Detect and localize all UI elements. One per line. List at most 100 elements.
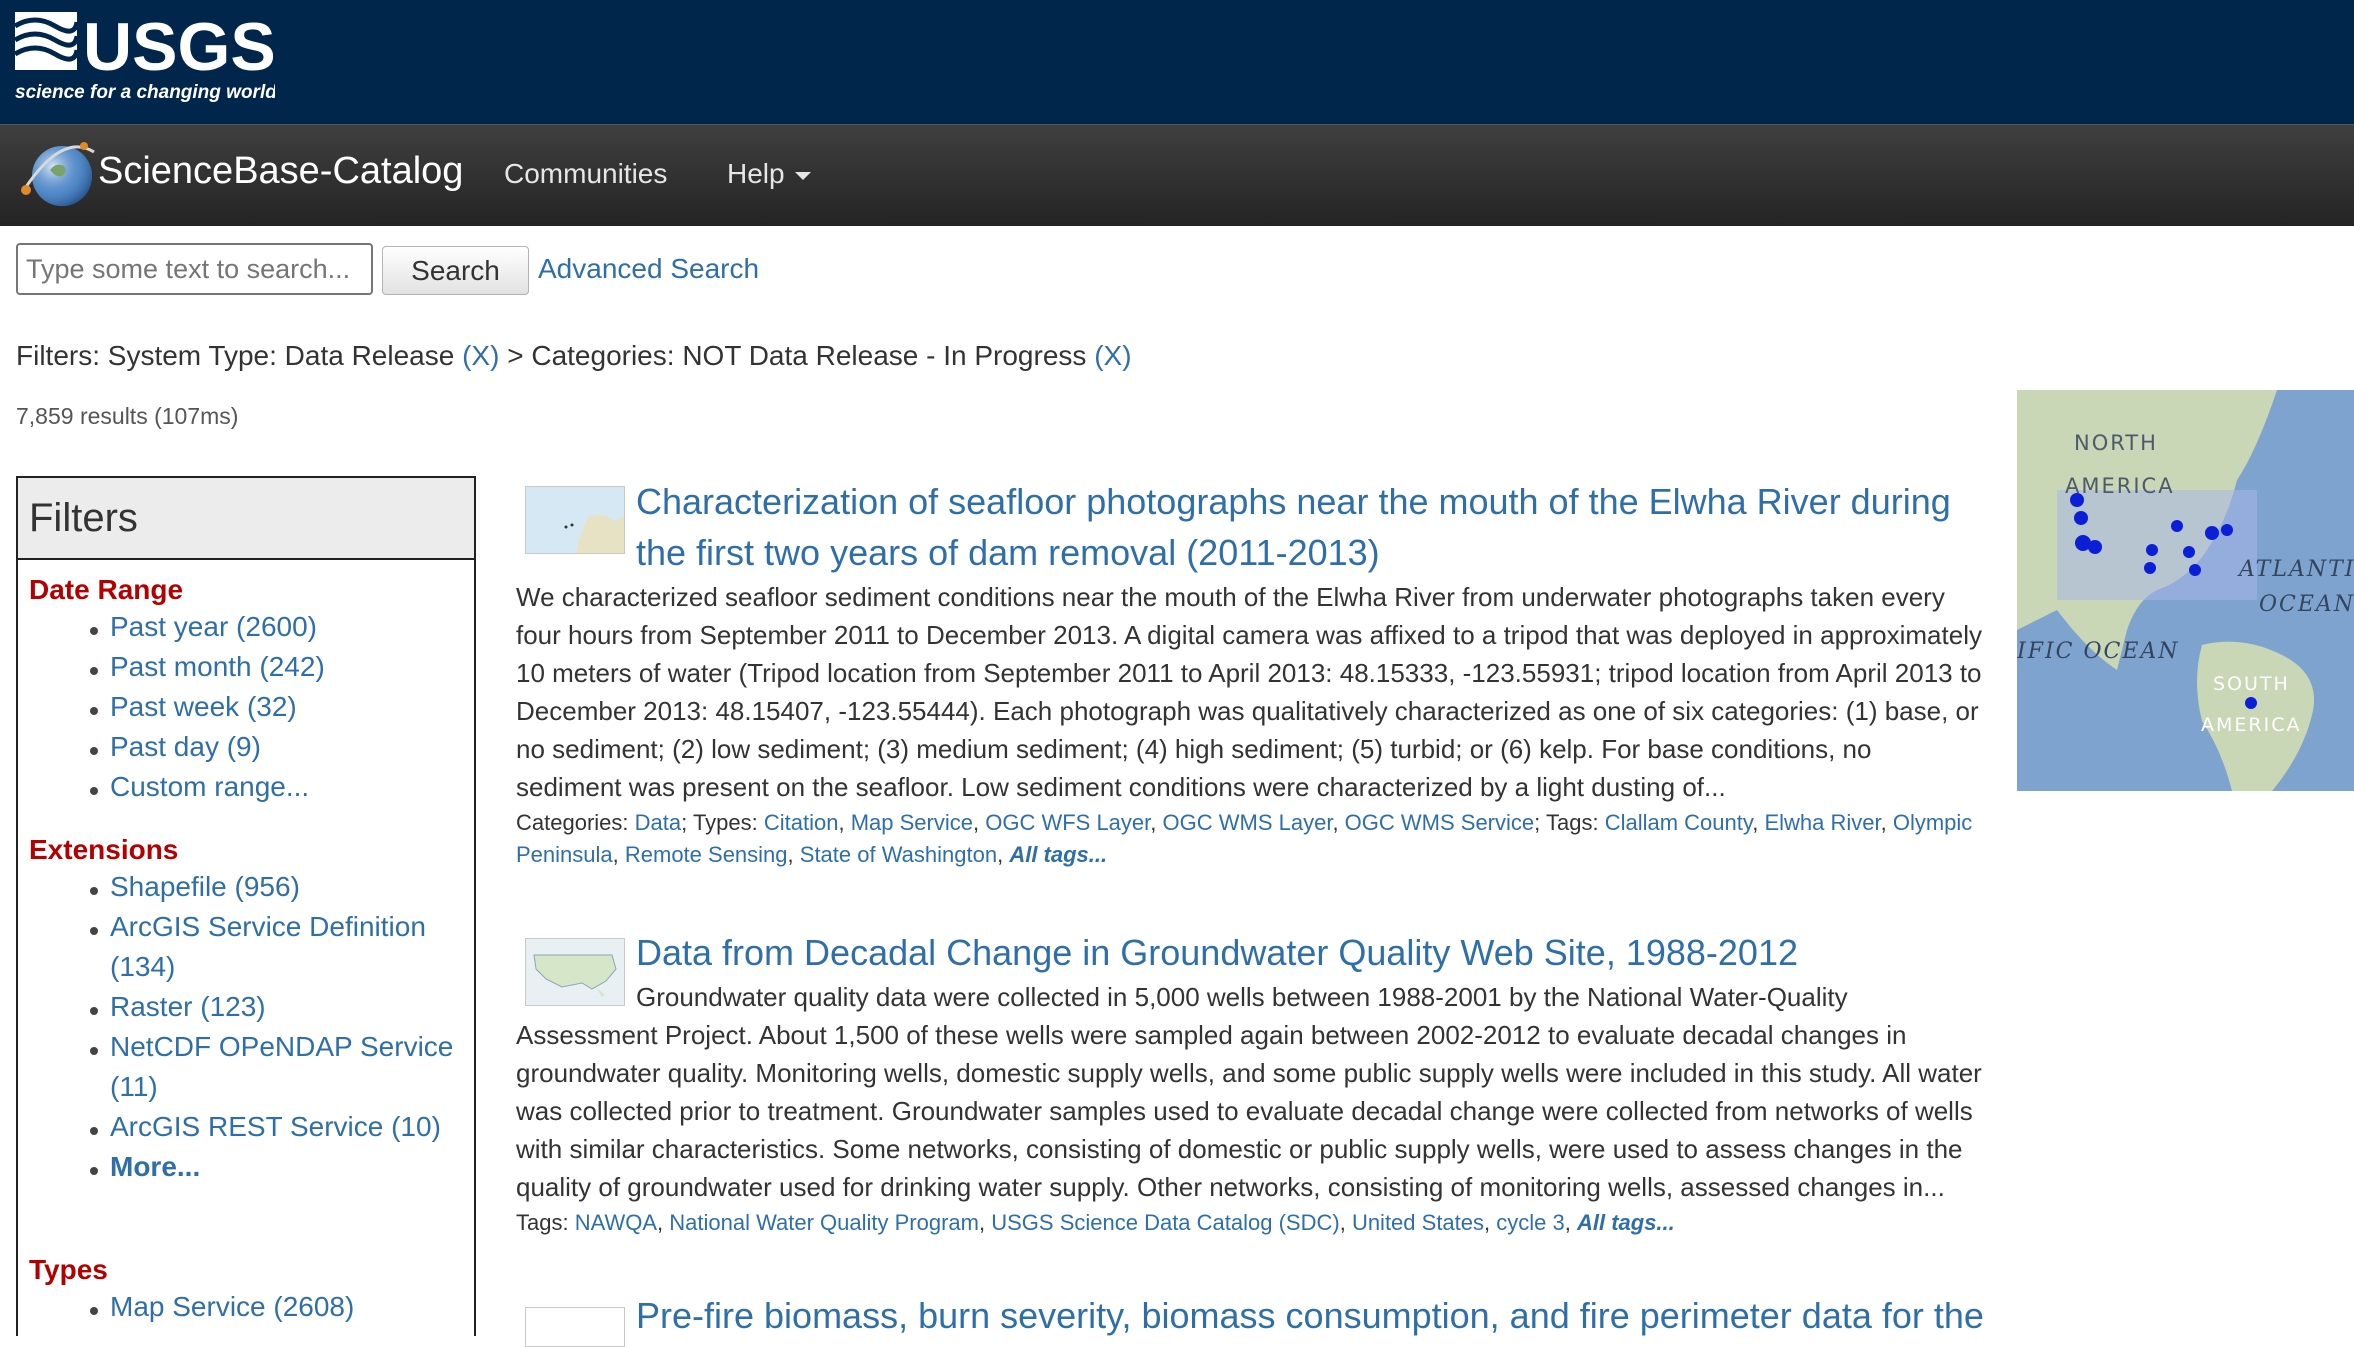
result-meta: Categories: Data; Types: Citation, Map S… bbox=[516, 810, 1973, 867]
usgs-logo[interactable]: USGS science for a changing world bbox=[15, 8, 275, 108]
search-button[interactable]: Search bbox=[382, 246, 529, 295]
facet-ext-more-link[interactable]: More... bbox=[110, 1147, 200, 1187]
bullet bbox=[90, 1307, 98, 1315]
all-tags-link[interactable]: All tags... bbox=[1009, 842, 1107, 867]
type-link[interactable]: Citation bbox=[764, 810, 839, 835]
result-meta: Tags: NAWQA, National Water Quality Prog… bbox=[516, 1210, 1675, 1235]
description-line: groundwater quality. Monitoring wells, d… bbox=[516, 1058, 1982, 1088]
result-description-first-line: Groundwater quality data were collected … bbox=[636, 982, 1848, 1012]
facet-ext-netcdf-count[interactable]: (11) bbox=[110, 1067, 158, 1107]
description-line: four hours from September 2011 to Decemb… bbox=[516, 620, 1982, 650]
usgs-header bbox=[0, 0, 2354, 124]
facet-date-custom-range[interactable]: Custom range... bbox=[110, 767, 309, 807]
description-line: 10 meters of water (Tripod location from… bbox=[516, 658, 1982, 688]
facet-ext-arcgis-sd-count[interactable]: (134) bbox=[110, 947, 175, 987]
bullet bbox=[90, 707, 98, 715]
facet-date-range-title: Date Range bbox=[29, 574, 184, 605]
facet-ext-arcgis-sd[interactable]: ArcGIS Service Definition bbox=[110, 907, 426, 947]
category-link[interactable]: Data bbox=[635, 810, 681, 835]
facet-ext-shapefile[interactable]: Shapefile (956) bbox=[110, 867, 300, 907]
meta-label: Types: bbox=[692, 810, 758, 835]
tag-link[interactable]: cycle 3 bbox=[1496, 1210, 1564, 1235]
description-line: We characterized seafloor sediment condi… bbox=[516, 582, 1945, 612]
description-line: Assessment Project. About 1,500 of these… bbox=[516, 1020, 1907, 1050]
filters-panel: Filters Date Range Past year (2600) Past… bbox=[16, 476, 476, 1336]
tag-link[interactable]: Elwha River bbox=[1764, 810, 1880, 835]
bullet bbox=[90, 887, 98, 895]
facet-type-map-service[interactable]: Map Service (2608) bbox=[110, 1287, 354, 1327]
bullet bbox=[90, 667, 98, 675]
result-thumbnail[interactable] bbox=[525, 486, 625, 554]
facet-extensions-title: Extensions bbox=[29, 834, 179, 865]
facet-ext-arcgis-rest[interactable]: ArcGIS REST Service (10) bbox=[110, 1107, 441, 1147]
result-thumbnail[interactable] bbox=[525, 1307, 625, 1347]
all-tags-link[interactable]: All tags... bbox=[1577, 1210, 1675, 1235]
result-title[interactable]: Pre-fire biomass, burn severity, biomass… bbox=[636, 1290, 2036, 1341]
map-label: IFIC OCEAN bbox=[2017, 639, 2180, 664]
meta-label: Categories: bbox=[516, 810, 629, 835]
description-line: with similar characteristics. Some netwo… bbox=[516, 1134, 1963, 1164]
description-line: sediment was present on the seafloor. Lo… bbox=[516, 772, 1726, 802]
remove-filter-categories[interactable]: (X) bbox=[1094, 340, 1131, 371]
result-title[interactable]: Characterization of seafloor photographs… bbox=[636, 476, 2036, 578]
facet-date-past-year[interactable]: Past year (2600) bbox=[110, 607, 317, 647]
nav-communities[interactable]: Communities bbox=[504, 158, 667, 190]
bullet bbox=[90, 747, 98, 755]
result-title-line: the first two years of dam removal (2011… bbox=[636, 532, 1380, 573]
nav-help-label: Help bbox=[727, 158, 785, 189]
remove-filter-system-type[interactable]: (X) bbox=[462, 340, 499, 371]
facet-date-past-day[interactable]: Past day (9) bbox=[110, 727, 261, 767]
description-line: was collected prior to treatment. Ground… bbox=[516, 1096, 1973, 1126]
brand-link[interactable]: ScienceBase-Catalog bbox=[98, 150, 463, 193]
bullet bbox=[90, 1127, 98, 1135]
description-line: quality of groundwater used for drinking… bbox=[516, 1172, 1945, 1202]
facet-ext-netcdf[interactable]: NetCDF OPeNDAP Service bbox=[110, 1027, 453, 1067]
result-title-line: Characterization of seafloor photographs… bbox=[636, 481, 1951, 522]
filters-heading: Filters bbox=[18, 478, 474, 560]
bullet bbox=[90, 787, 98, 795]
tag-link[interactable]: NAWQA bbox=[575, 1210, 657, 1235]
bullet bbox=[90, 627, 98, 635]
facet-date-past-month[interactable]: Past month (242) bbox=[110, 647, 325, 687]
map-label: NORTH bbox=[2074, 431, 2158, 455]
tag-link[interactable]: USGS Science Data Catalog (SDC) bbox=[991, 1210, 1339, 1235]
tag-link[interactable]: State of Washington bbox=[800, 842, 997, 867]
map-label: OCEAN bbox=[2259, 592, 2354, 617]
map-label: AMERICA bbox=[2201, 714, 2301, 736]
tag-link[interactable]: Clallam County bbox=[1605, 810, 1753, 835]
facet-ext-raster[interactable]: Raster (123) bbox=[110, 987, 266, 1027]
active-filters: Filters: System Type: Data Release (X) >… bbox=[16, 340, 1132, 372]
result-title[interactable]: Data from Decadal Change in Groundwater … bbox=[636, 927, 2036, 978]
map-label: ATLANTIC bbox=[2237, 557, 2354, 582]
results-map[interactable]: NORTH AMERICA ATLANTIC OCEAN IFIC OCEAN … bbox=[2017, 390, 2354, 791]
tag-link[interactable]: National Water Quality Program bbox=[669, 1210, 979, 1235]
type-link[interactable]: OGC WFS Layer bbox=[985, 810, 1150, 835]
caret-down-icon bbox=[794, 171, 811, 180]
advanced-search-link[interactable]: Advanced Search bbox=[538, 253, 759, 285]
tag-link[interactable]: Remote Sensing bbox=[625, 842, 788, 867]
bullet bbox=[90, 1047, 98, 1055]
facet-date-past-week[interactable]: Past week (32) bbox=[110, 687, 297, 727]
type-link[interactable]: OGC WMS Service bbox=[1345, 810, 1534, 835]
filter-categories: > Categories: NOT Data Release - In Prog… bbox=[499, 340, 1095, 371]
nav-help[interactable]: Help bbox=[727, 158, 811, 190]
meta-label: Tags: bbox=[516, 1210, 569, 1235]
search-input[interactable] bbox=[16, 243, 373, 295]
type-link[interactable]: OGC WMS Layer bbox=[1163, 810, 1333, 835]
usgs-tagline: science for a changing world bbox=[15, 82, 275, 103]
tag-link[interactable]: United States bbox=[1352, 1210, 1484, 1235]
bullet bbox=[90, 1167, 98, 1175]
bullet bbox=[90, 927, 98, 935]
filter-system-type: Filters: System Type: Data Release bbox=[16, 340, 463, 371]
results-count: 7,859 results (107ms) bbox=[16, 403, 239, 429]
result-description: We characterized seafloor sediment condi… bbox=[516, 578, 1982, 806]
sciencebase-globe-icon[interactable] bbox=[16, 130, 96, 222]
description-line: no sediment; (2) low sediment; (3) mediu… bbox=[516, 734, 1872, 764]
type-link[interactable]: Map Service bbox=[851, 810, 973, 835]
result-description: Assessment Project. About 1,500 of these… bbox=[516, 1016, 1982, 1206]
bullet bbox=[90, 1007, 98, 1015]
result-thumbnail[interactable] bbox=[525, 938, 625, 1006]
description-line: December 2013: 48.15407, -123.55444). Ea… bbox=[516, 696, 1979, 726]
usgs-wordmark: USGS bbox=[83, 9, 275, 85]
map-label: SOUTH bbox=[2213, 673, 2290, 695]
